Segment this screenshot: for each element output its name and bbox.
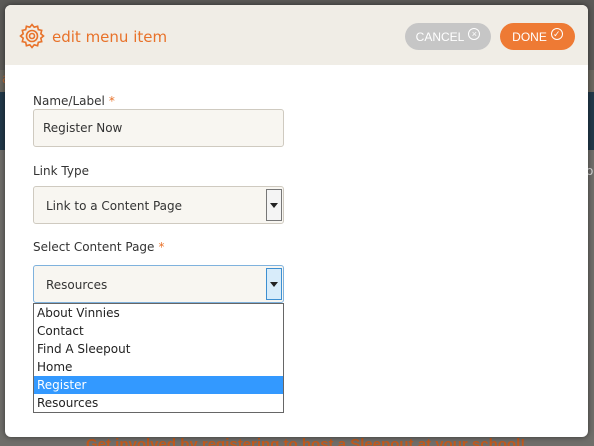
content-page-dropdown: About Vinnies Contact Find A Sleepout Ho… — [33, 303, 284, 413]
link-type-value: Link to a Content Page — [46, 199, 183, 213]
name-label-text: Name/Label — [33, 94, 105, 108]
dropdown-option[interactable]: About Vinnies — [34, 304, 283, 322]
link-type-label: Link Type — [33, 164, 89, 178]
content-page-label: Select Content Page * — [33, 240, 164, 254]
dropdown-option[interactable]: Contact — [34, 322, 283, 340]
link-type-select[interactable]: Link to a Content Page — [33, 186, 284, 224]
name-label: Name/Label * — [33, 94, 115, 108]
name-input[interactable]: Register Now — [33, 109, 284, 147]
required-marker: * — [158, 240, 165, 254]
dialog-header: edit menu item CANCEL × DONE ✓ — [5, 5, 588, 65]
done-button-label: DONE — [512, 29, 547, 44]
dropdown-option[interactable]: Home — [34, 358, 283, 376]
dropdown-option-highlighted[interactable]: Register — [34, 376, 283, 394]
content-page-label-text: Select Content Page — [33, 240, 155, 254]
dialog-title: edit menu item — [52, 28, 168, 46]
dropdown-option[interactable]: Resources — [34, 394, 283, 412]
dropdown-option[interactable]: Find A Sleepout — [34, 340, 283, 358]
background-bottom-text: Get involved by registering to host a Sl… — [86, 436, 526, 446]
cancel-button-label: CANCEL — [415, 29, 465, 44]
chevron-down-icon[interactable] — [266, 189, 282, 221]
content-page-select[interactable]: Resources — [33, 265, 284, 303]
cancel-button[interactable]: CANCEL × — [405, 23, 491, 50]
checkmark-circle-icon: ✓ — [550, 27, 563, 40]
content-page-value: Resources — [46, 278, 108, 292]
chevron-down-icon[interactable] — [266, 268, 282, 300]
done-button[interactable]: DONE ✓ — [500, 23, 575, 50]
close-circle-icon: × — [468, 27, 481, 40]
gear-icon — [19, 23, 45, 49]
edit-menu-item-dialog: edit menu item CANCEL × DONE ✓ Name/Labe… — [5, 5, 588, 437]
required-marker: * — [108, 94, 115, 108]
